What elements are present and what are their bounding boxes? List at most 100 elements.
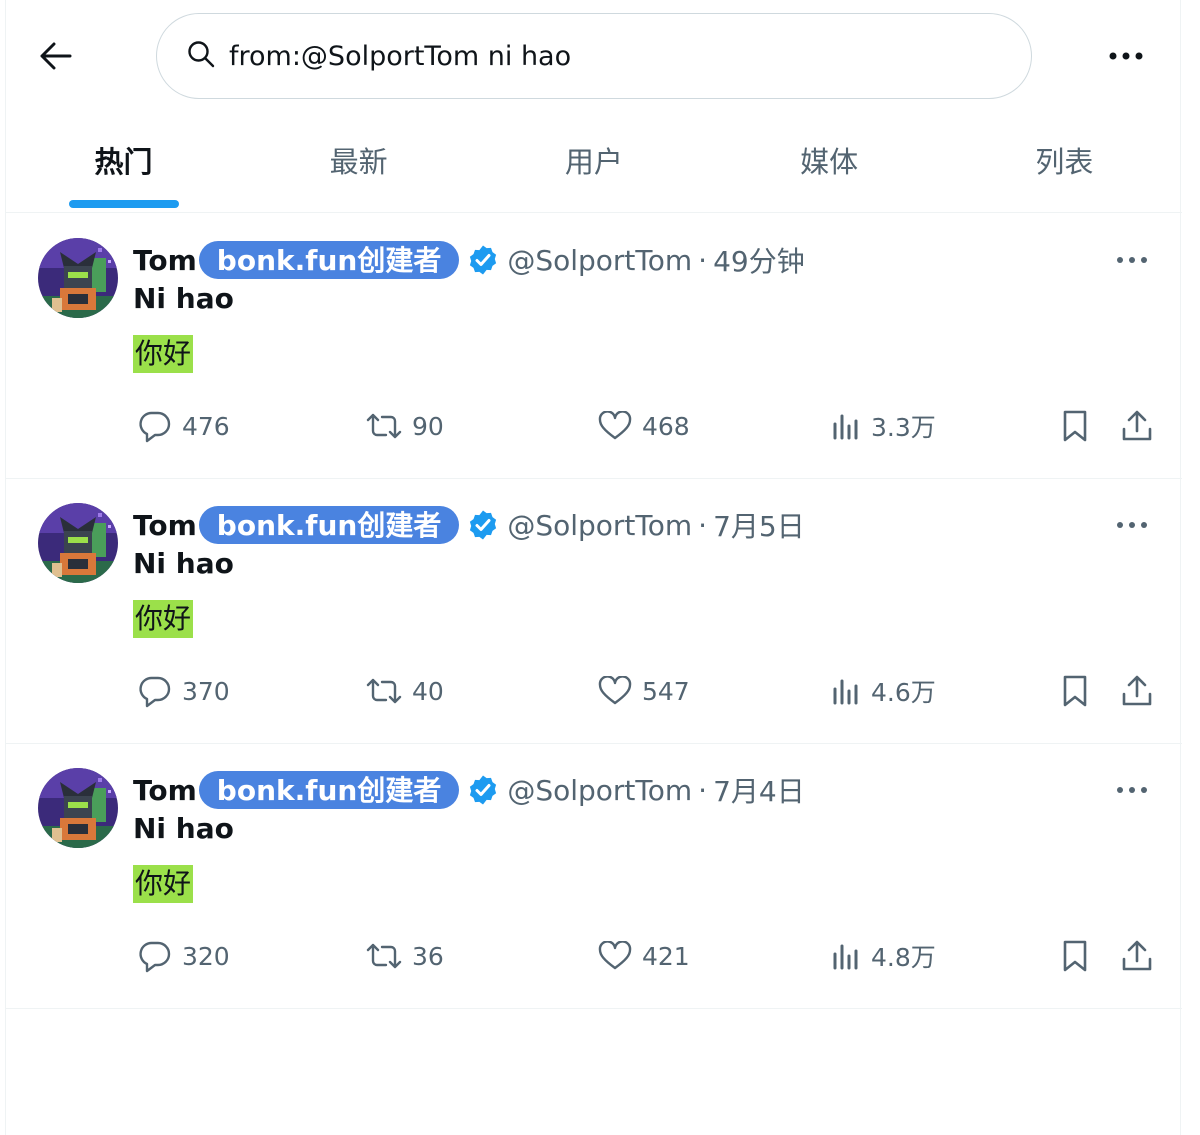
user-handle[interactable]: @SolportTom <box>507 509 692 542</box>
views-icon <box>831 942 861 970</box>
tab-media[interactable]: 媒体 <box>712 110 947 210</box>
like-count: 547 <box>642 676 690 706</box>
reply-icon <box>138 409 172 443</box>
user-handle[interactable]: @SolportTom <box>507 244 692 277</box>
like-count: 421 <box>642 941 690 971</box>
more-icon[interactable] <box>1104 36 1148 76</box>
display-name[interactable]: Tom <box>133 774 197 807</box>
display-name[interactable]: Tom <box>133 509 197 542</box>
search-tabs: 热门 最新 用户 媒体 列表 <box>6 110 1182 213</box>
like-icon <box>598 411 632 441</box>
search-box[interactable] <box>156 13 1032 99</box>
post[interactable]: Tom bonk.fun创建者 @SolportTom · 7月4日 Ni ha… <box>6 744 1182 1009</box>
tab-lists[interactable]: 列表 <box>947 110 1182 210</box>
like-button[interactable]: 468 <box>598 406 690 446</box>
views-icon <box>831 677 861 705</box>
post-title: Ni hao <box>133 282 234 315</box>
repost-count: 36 <box>412 941 444 971</box>
avatar[interactable] <box>38 238 118 318</box>
share-icon[interactable] <box>1121 406 1153 446</box>
reply-icon <box>138 939 172 973</box>
views-button[interactable]: 4.8万 <box>831 936 936 976</box>
reply-button[interactable]: 370 <box>138 671 230 711</box>
separator-dot: · <box>698 243 708 277</box>
reply-button[interactable]: 320 <box>138 936 230 976</box>
views-icon <box>831 412 861 440</box>
affiliation-badge[interactable]: bonk.fun创建者 <box>198 771 460 809</box>
share-icon[interactable] <box>1121 936 1153 976</box>
tab-label: 列表 <box>1035 145 1094 179</box>
tab-people[interactable]: 用户 <box>476 110 711 210</box>
like-count: 468 <box>642 411 690 441</box>
tab-label: 用户 <box>564 145 623 179</box>
post-actions: 320 36 421 4.8万 <box>133 936 1153 976</box>
post-body: 你好 <box>133 335 194 373</box>
display-name[interactable]: Tom <box>133 244 197 277</box>
views-button[interactable]: 4.6万 <box>831 671 936 711</box>
reply-icon <box>138 674 172 708</box>
avatar[interactable] <box>38 503 118 583</box>
repost-count: 90 <box>412 411 444 441</box>
post-time[interactable]: 7月5日 <box>713 505 805 545</box>
reply-count: 370 <box>182 676 230 706</box>
repost-icon <box>366 941 402 971</box>
reply-button[interactable]: 476 <box>138 406 230 446</box>
reply-count: 476 <box>182 411 230 441</box>
post-actions: 370 40 547 4.6万 <box>133 671 1153 711</box>
bookmark-icon[interactable] <box>1061 671 1089 711</box>
verified-icon <box>467 774 499 806</box>
repost-button[interactable]: 90 <box>366 406 444 446</box>
tab-label: 热门 <box>94 145 153 179</box>
views-count: 3.3万 <box>871 413 936 442</box>
post-body: 你好 <box>133 865 194 903</box>
bookmark-icon[interactable] <box>1061 406 1089 446</box>
tab-label: 媒体 <box>800 145 859 179</box>
repost-count: 40 <box>412 676 444 706</box>
separator-dot: · <box>698 773 708 807</box>
like-button[interactable]: 421 <box>598 936 690 976</box>
tab-latest[interactable]: 最新 <box>241 110 476 210</box>
post-body: 你好 <box>133 600 194 638</box>
back-arrow-icon[interactable] <box>36 36 76 76</box>
tab-label: 最新 <box>329 145 388 179</box>
verified-icon <box>467 509 499 541</box>
reply-count: 320 <box>182 941 230 971</box>
post[interactable]: Tom bonk.fun创建者 @SolportTom · 7月5日 Ni ha… <box>6 479 1182 744</box>
affiliation-badge[interactable]: bonk.fun创建者 <box>198 506 460 544</box>
active-tab-indicator <box>69 200 179 208</box>
post-time[interactable]: 49分钟 <box>713 240 805 280</box>
search-input[interactable] <box>229 40 989 72</box>
repost-icon <box>366 676 402 706</box>
post-title: Ni hao <box>133 812 234 845</box>
tab-top[interactable]: 热门 <box>6 110 241 210</box>
like-button[interactable]: 547 <box>598 671 690 711</box>
like-icon <box>598 941 632 971</box>
post-time[interactable]: 7月4日 <box>713 770 805 810</box>
post-actions: 476 90 468 3.3万 <box>133 406 1153 446</box>
views-button[interactable]: 3.3万 <box>831 406 936 446</box>
repost-button[interactable]: 40 <box>366 671 444 711</box>
like-icon <box>598 676 632 706</box>
post-header: Tom bonk.fun创建者 @SolportTom · 7月5日 <box>133 503 805 547</box>
affiliation-badge[interactable]: bonk.fun创建者 <box>198 241 460 279</box>
post-header: Tom bonk.fun创建者 @SolportTom · 7月4日 <box>133 768 805 812</box>
search-icon <box>187 40 215 72</box>
separator-dot: · <box>698 508 708 542</box>
views-count: 4.8万 <box>871 943 936 972</box>
post[interactable]: Tom bonk.fun创建者 @SolportTom · 49分钟 Ni ha… <box>6 214 1182 479</box>
more-icon[interactable] <box>1112 248 1152 272</box>
post-title: Ni hao <box>133 547 234 580</box>
repost-button[interactable]: 36 <box>366 936 444 976</box>
more-icon[interactable] <box>1112 778 1152 802</box>
user-handle[interactable]: @SolportTom <box>507 774 692 807</box>
main-column: 热门 最新 用户 媒体 列表 Tom bon <box>5 0 1182 1135</box>
share-icon[interactable] <box>1121 671 1153 711</box>
bookmark-icon[interactable] <box>1061 936 1089 976</box>
more-icon[interactable] <box>1112 513 1152 537</box>
repost-icon <box>366 411 402 441</box>
post-header: Tom bonk.fun创建者 @SolportTom · 49分钟 <box>133 238 805 282</box>
verified-icon <box>467 244 499 276</box>
avatar[interactable] <box>38 768 118 848</box>
views-count: 4.6万 <box>871 678 936 707</box>
top-bar <box>6 0 1182 110</box>
